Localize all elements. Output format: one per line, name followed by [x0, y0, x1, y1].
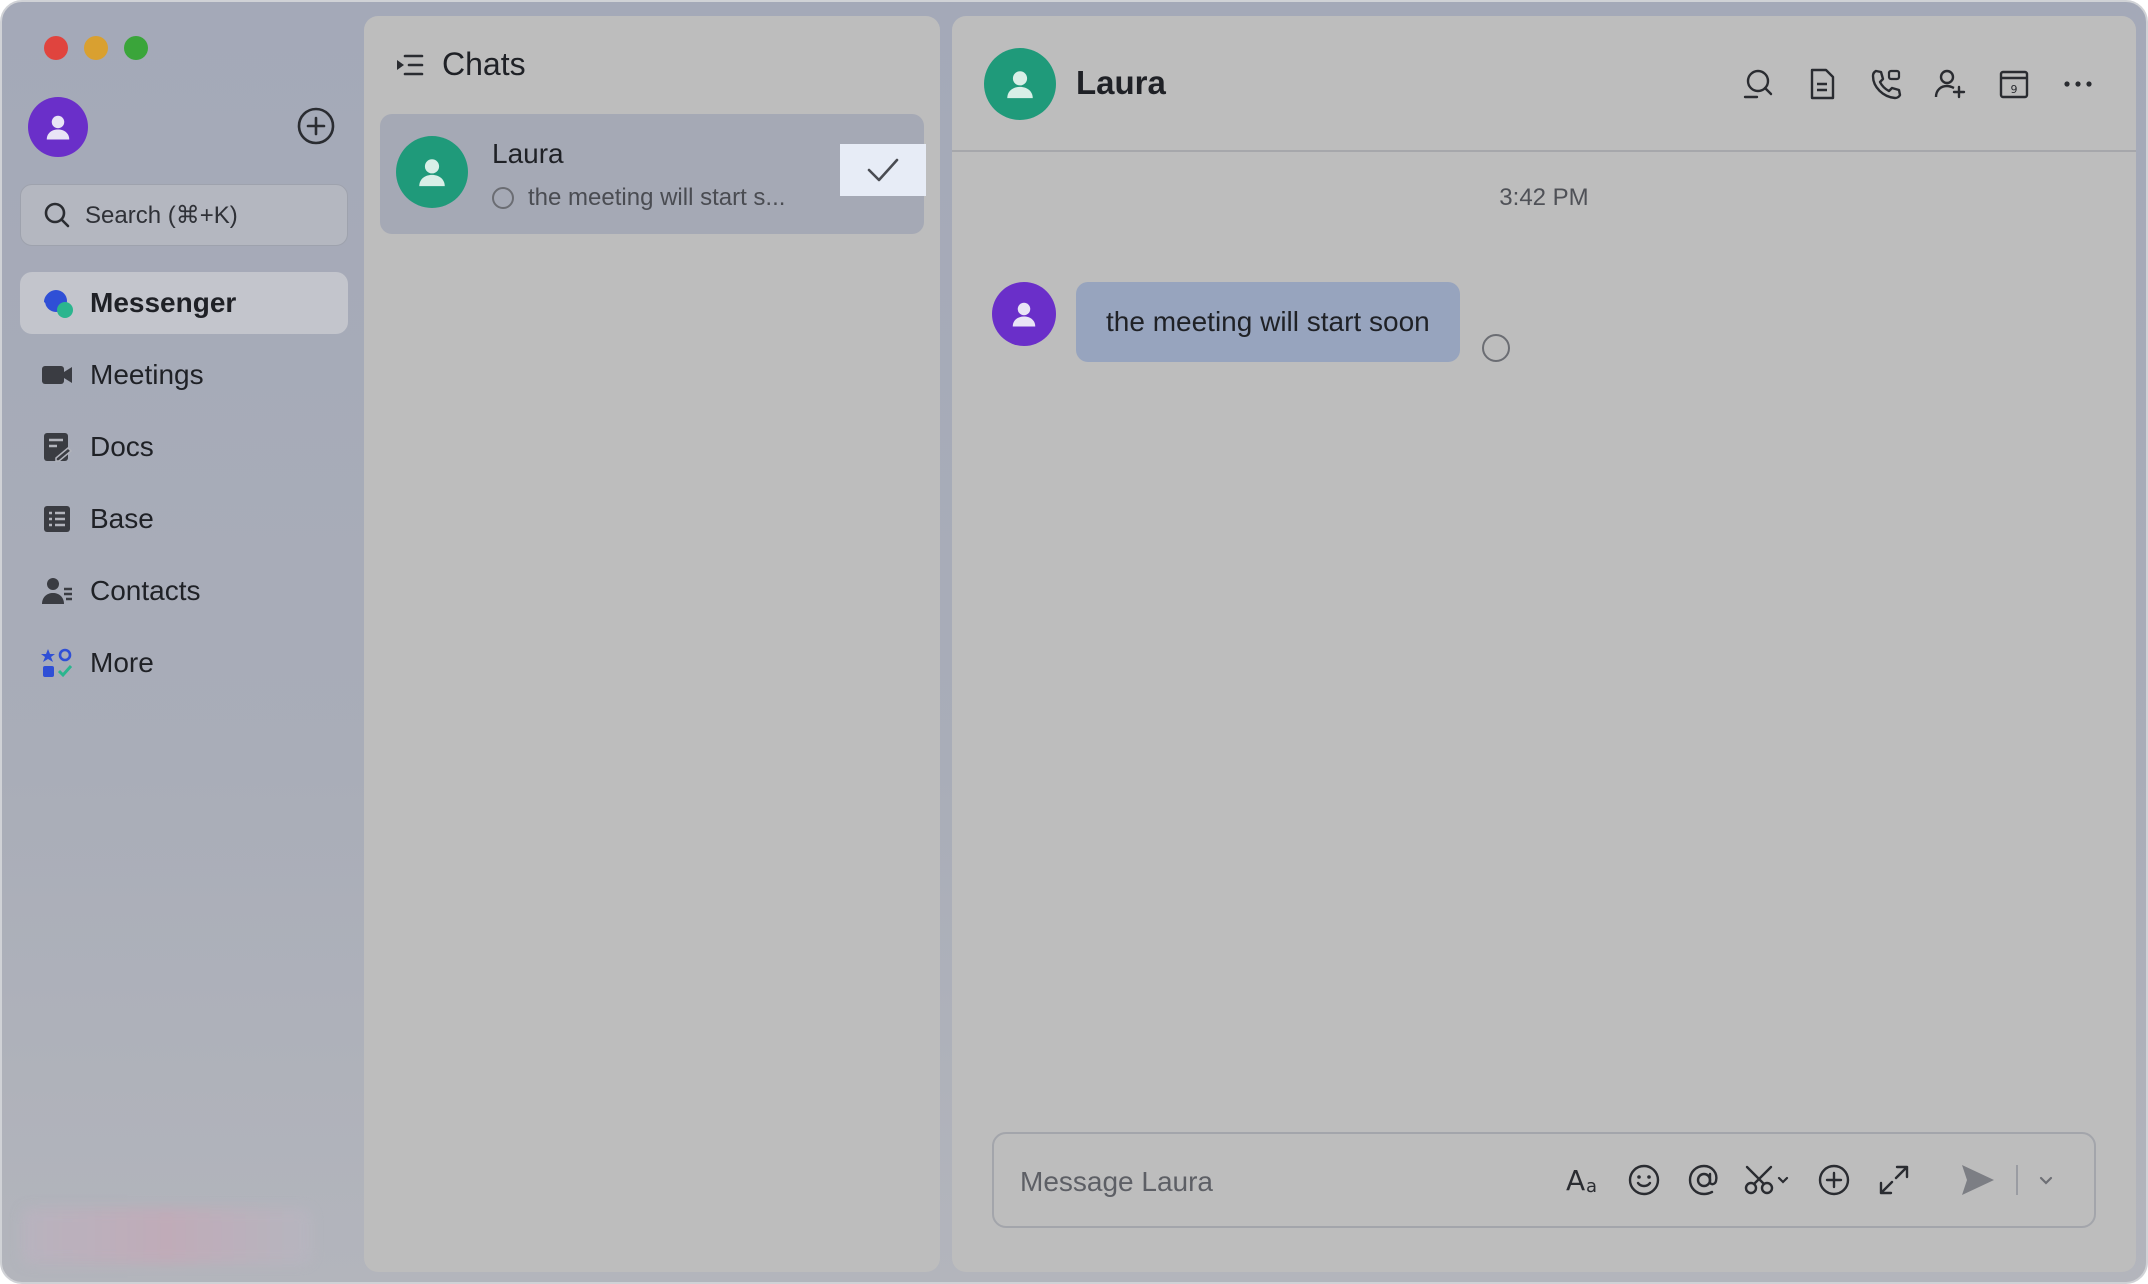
expand-icon	[1879, 1165, 1909, 1195]
sidebar-item-label: Docs	[90, 431, 154, 462]
attach-more-button[interactable]	[1812, 1158, 1856, 1202]
chat-docs-button[interactable]	[1800, 62, 1844, 106]
chevron-down-icon	[2039, 1176, 2053, 1185]
chat-preview: the meeting will start s...	[492, 184, 785, 212]
plus-circle-icon	[297, 107, 335, 145]
at-sign-icon	[1688, 1164, 1718, 1196]
app-window: Search (⌘+K) Messenger Meetings Docs Bas…	[0, 0, 2148, 1284]
person-icon	[419, 159, 445, 187]
video-camera-icon	[40, 358, 74, 392]
window-minimize-button[interactable]	[84, 36, 108, 60]
docs-icon	[40, 430, 74, 464]
sidebar-item-docs[interactable]: Docs	[20, 416, 348, 478]
plus-circle-icon	[1818, 1164, 1850, 1196]
apps-grid-icon	[40, 646, 74, 680]
document-icon	[1810, 68, 1835, 100]
ellipsis-icon	[2064, 81, 2092, 87]
conversation-avatar[interactable]	[984, 48, 1056, 120]
send-options-button[interactable]	[2034, 1158, 2058, 1202]
composer-toolbar: A a	[1546, 1158, 2058, 1202]
text-format-button[interactable]: A a	[1562, 1158, 1606, 1202]
conversation-header: Laura 9	[952, 16, 2136, 152]
mention-button[interactable]	[1682, 1158, 1726, 1202]
search-input[interactable]: Search (⌘+K)	[20, 184, 348, 246]
sidebar-item-label: More	[90, 647, 154, 678]
conversation-title: Laura	[1076, 64, 1166, 101]
calendar-button[interactable]: 9	[1992, 62, 2036, 106]
message-timestamp: 3:42 PM	[1499, 184, 1589, 211]
person-icon	[46, 115, 70, 140]
text-format-icon: A a	[1566, 1164, 1597, 1197]
search-placeholder: Search (⌘+K)	[85, 201, 238, 229]
sidebar-item-label: Messenger	[90, 287, 237, 318]
message-input[interactable]	[1018, 1156, 1542, 1208]
smiley-icon	[1628, 1164, 1660, 1196]
calendar-icon: 9	[1999, 70, 2029, 99]
scissors-icon	[1744, 1165, 1789, 1195]
sidebar-item-label: Meetings	[90, 359, 204, 390]
checkmark-icon	[867, 158, 899, 182]
expand-composer-button[interactable]	[1872, 1158, 1916, 1202]
send-button[interactable]	[1956, 1158, 2000, 1202]
add-user-icon	[1934, 69, 1966, 99]
sending-status-icon	[492, 187, 514, 209]
search-icon	[44, 202, 70, 228]
collapse-list-icon[interactable]	[394, 50, 424, 80]
sidebar-item-contacts[interactable]: Contacts	[20, 560, 348, 622]
sidebar-item-meetings[interactable]: Meetings	[20, 344, 348, 406]
message-text: the meeting will start soon	[1106, 306, 1430, 337]
message-composer: A a	[992, 1132, 2096, 1228]
send-divider	[2016, 1165, 2018, 1195]
emoji-button[interactable]	[1622, 1158, 1666, 1202]
send-icon	[1962, 1165, 1994, 1195]
message-sending-status-icon	[1482, 334, 1510, 362]
svg-text:a: a	[1586, 1176, 1597, 1197]
sidebar-item-messenger[interactable]: Messenger	[20, 272, 348, 334]
voice-call-button[interactable]	[1864, 62, 1908, 106]
chats-header: Chats	[394, 46, 526, 83]
window-close-button[interactable]	[44, 36, 68, 60]
create-new-button[interactable]	[296, 106, 336, 146]
sender-avatar[interactable]	[992, 282, 1056, 346]
svg-text:9: 9	[2011, 83, 2018, 96]
base-table-icon	[40, 502, 74, 536]
person-icon	[1007, 71, 1033, 99]
more-options-button[interactable]	[2056, 62, 2100, 106]
window-maximize-button[interactable]	[124, 36, 148, 60]
profile-avatar[interactable]	[28, 97, 88, 157]
screenshot-button[interactable]	[1742, 1158, 1796, 1202]
conversation-panel: Laura 9 3:42 PM the meeting will start s…	[952, 16, 2136, 1272]
blurred-account-area	[22, 1208, 312, 1264]
message-bubble[interactable]: the meeting will start soon	[1076, 282, 1460, 362]
chat-name: Laura	[492, 138, 564, 169]
sidebar-item-label: Contacts	[90, 575, 201, 606]
messenger-icon	[40, 286, 74, 320]
sidebar-item-label: Base	[90, 503, 154, 534]
chats-title: Chats	[442, 46, 526, 82]
chat-list-item[interactable]: Laura the meeting will start s...	[380, 114, 926, 234]
search-chat-button[interactable]	[1736, 62, 1780, 106]
search-icon	[1743, 69, 1773, 99]
chat-preview-text: the meeting will start s...	[528, 184, 786, 211]
sidebar-nav: Messenger Meetings Docs Base Contacts Mo…	[20, 272, 348, 704]
add-member-button[interactable]	[1928, 62, 1972, 106]
phone-icon	[1871, 69, 1902, 100]
mark-done-button[interactable]	[840, 144, 926, 196]
person-icon	[1012, 302, 1036, 327]
chat-avatar	[396, 136, 468, 208]
contacts-icon	[40, 574, 74, 608]
chats-panel: Chats Laura the meeting will start s...	[364, 16, 940, 1272]
sidebar-item-more[interactable]: More	[20, 632, 348, 694]
conversation-actions: 9	[1716, 62, 2100, 106]
sidebar-item-base[interactable]: Base	[20, 488, 348, 550]
svg-text:A: A	[1566, 1164, 1585, 1197]
